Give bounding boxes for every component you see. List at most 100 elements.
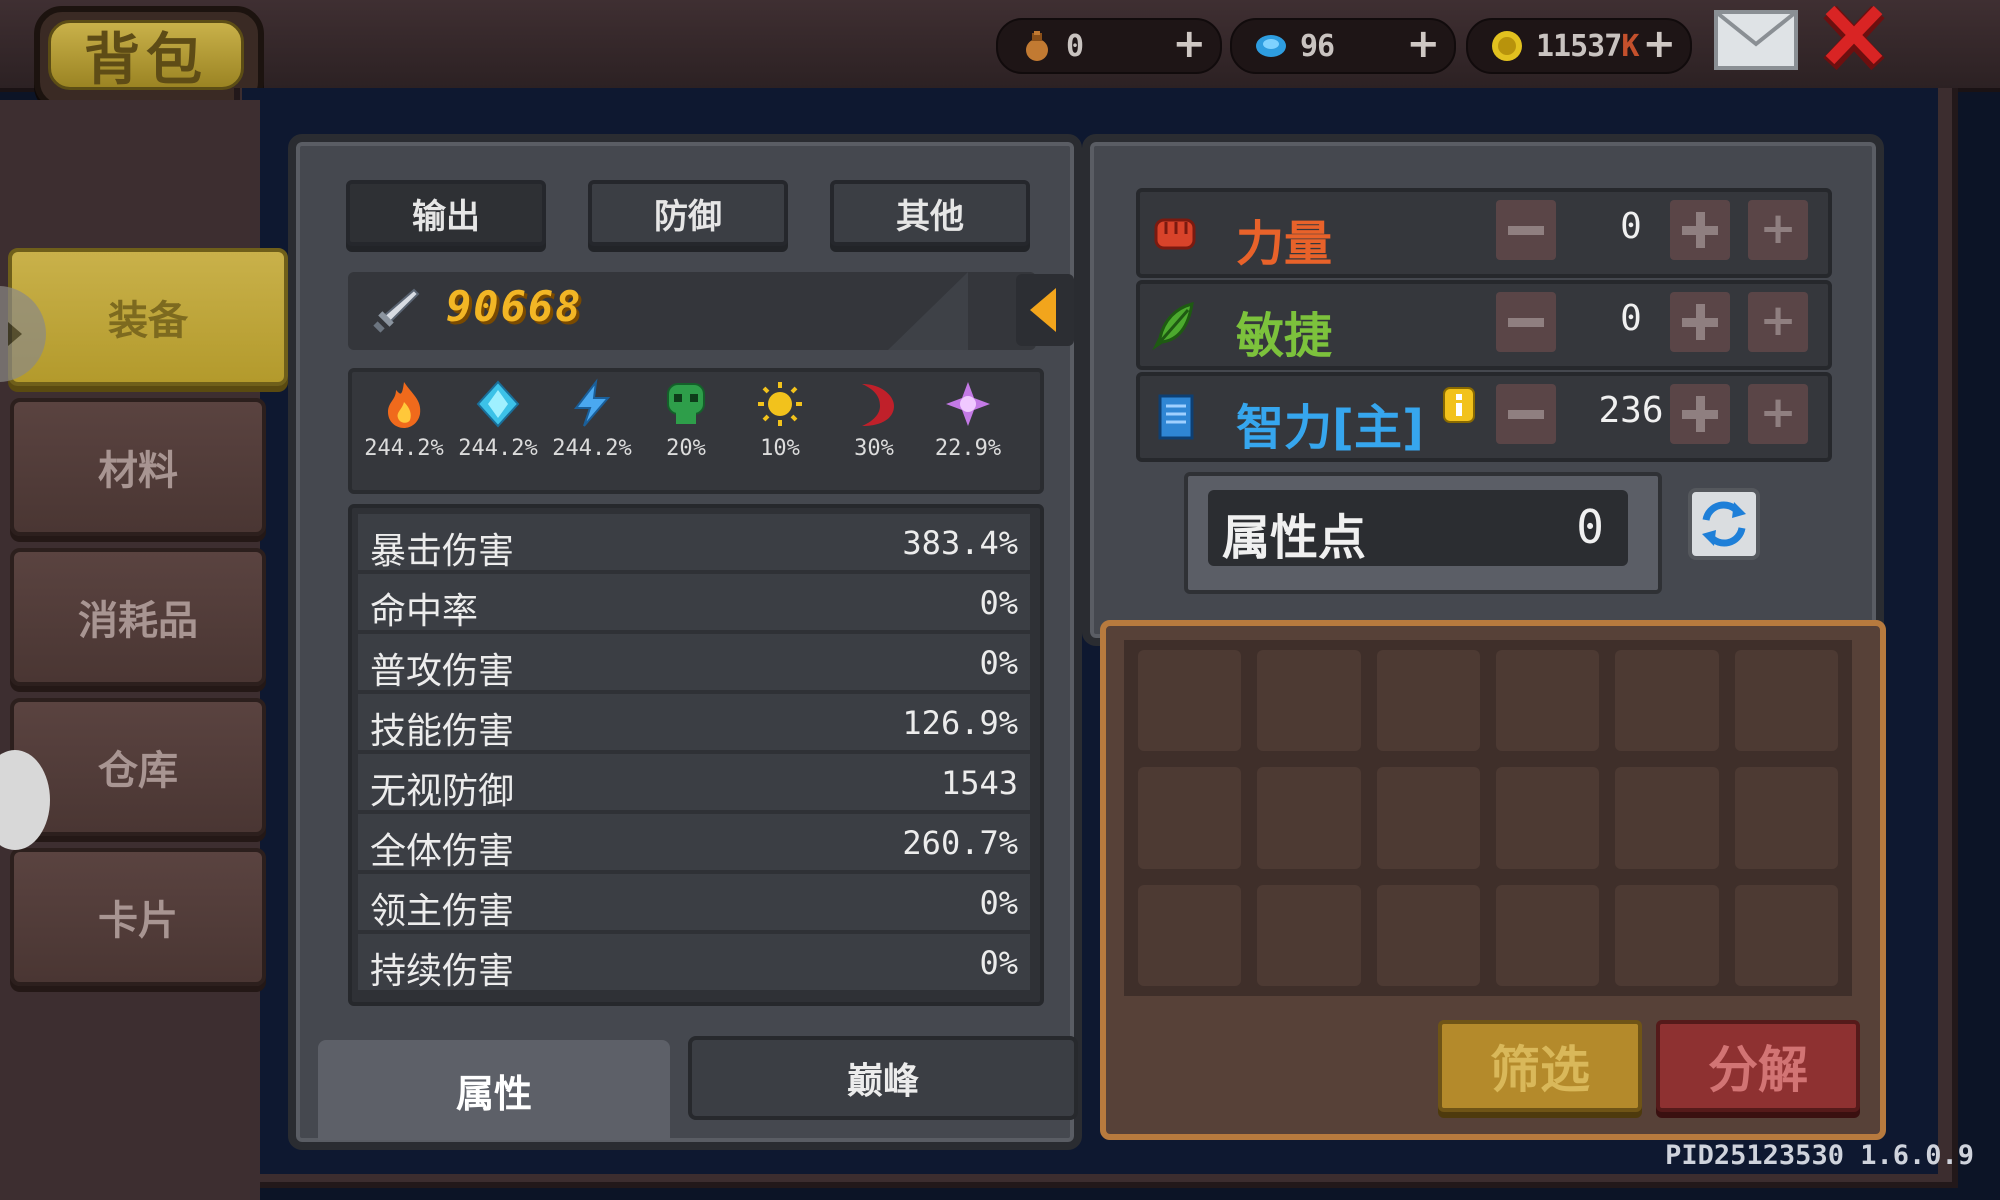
increase-agility-button[interactable] [1670, 292, 1730, 352]
inventory-slot[interactable] [1615, 884, 1719, 986]
reset-attributes-button[interactable] [1688, 488, 1760, 560]
inventory-slot[interactable] [1376, 884, 1480, 986]
inventory-slot[interactable] [1376, 767, 1480, 869]
element-lightning-value: 244.2% [552, 436, 632, 461]
sword-icon [373, 288, 420, 333]
nav-item-cards[interactable]: 卡片 [10, 848, 266, 986]
table-row: 持续伤害 0% [358, 934, 1030, 992]
element-ice: 244.2% [452, 378, 544, 461]
stat-value: 383.4% [902, 524, 1018, 562]
table-row: 普攻伤害 0% [358, 634, 1030, 692]
decrease-strength-button[interactable] [1496, 200, 1556, 260]
inventory-slot[interactable] [1496, 884, 1600, 986]
stat-label: 技能伤害 [370, 711, 515, 752]
inventory-slot[interactable] [1734, 884, 1838, 986]
book-icon [1158, 394, 1194, 440]
attribute-row-strength: 力量 0 + [1136, 188, 1832, 278]
currency-gold: 11537K + [1466, 18, 1692, 74]
stat-value: 0% [979, 584, 1018, 622]
tab-attributes[interactable]: 属性 [318, 1040, 670, 1140]
close-x-icon[interactable] [1820, 2, 1888, 74]
add-gem-button[interactable]: + [1406, 24, 1440, 64]
add-gold-button[interactable]: + [1642, 24, 1676, 64]
fire-icon [388, 382, 421, 428]
stat-label: 持续伤害 [370, 951, 515, 992]
inventory-slot[interactable] [1734, 650, 1838, 752]
element-poison-value: 20% [666, 436, 706, 461]
inventory-grid [1124, 640, 1852, 996]
element-arcane-value: 22.9% [934, 436, 1002, 461]
ice-crystal-icon [476, 380, 520, 428]
envelope-icon[interactable] [1714, 10, 1798, 70]
increase-intelligence-button[interactable] [1670, 384, 1730, 444]
inventory-slot[interactable] [1138, 767, 1242, 869]
add-bag-button[interactable]: + [1172, 24, 1206, 64]
element-arcane: 22.9% [922, 378, 1014, 461]
decrease-intelligence-button[interactable] [1496, 384, 1556, 444]
nav-item-materials[interactable]: 材料 [10, 398, 266, 536]
inventory-slot[interactable] [1138, 650, 1242, 752]
element-light: 10% [734, 378, 826, 461]
increase-agility-max-button[interactable]: + [1748, 292, 1808, 352]
stat-label: 命中率 [370, 591, 479, 632]
element-fire-value: 244.2% [364, 436, 444, 461]
attribute-name: 智力[主] [1236, 400, 1424, 456]
sun-icon [758, 382, 802, 426]
tab-other[interactable]: 其他 [830, 180, 1030, 246]
table-row: 领主伤害 0% [358, 874, 1030, 932]
collapse-button[interactable] [1016, 274, 1074, 346]
stat-value: 126.9% [902, 704, 1018, 742]
table-row: 全体伤害 260.7% [358, 814, 1030, 872]
combat-power-value: 90668 [446, 282, 583, 331]
inventory-slot[interactable] [1496, 767, 1600, 869]
attribute-points-value: 0 [1576, 500, 1604, 554]
currency-gem: 96 + [1230, 18, 1456, 74]
stat-label: 全体伤害 [370, 831, 515, 872]
attribute-points-box: 属性点 0 [1184, 472, 1662, 594]
element-stats: 244.2% 244.2% 244.2% 20% 10% 30% 22.9% [348, 368, 1044, 494]
stat-label: 领主伤害 [370, 891, 515, 932]
gold-coin-icon [1492, 31, 1522, 61]
filter-button[interactable]: 筛选 [1438, 1020, 1642, 1112]
decrease-agility-button[interactable] [1496, 292, 1556, 352]
lightning-icon [573, 378, 611, 427]
tab-output[interactable]: 输出 [346, 180, 546, 246]
info-badge-icon[interactable] [1442, 386, 1476, 424]
inventory-slot[interactable] [1615, 767, 1719, 869]
arcane-star-icon [946, 382, 990, 426]
element-fire: 244.2% [358, 378, 450, 461]
inventory-slot[interactable] [1257, 884, 1361, 986]
inventory-slot[interactable] [1496, 650, 1600, 752]
increase-intelligence-max-button[interactable]: + [1748, 384, 1808, 444]
element-dark-value: 30% [854, 436, 894, 461]
title-plate: 背包 [34, 6, 264, 110]
increase-strength-button[interactable] [1670, 200, 1730, 260]
inventory-slot[interactable] [1376, 650, 1480, 752]
tab-defense[interactable]: 防御 [588, 180, 788, 246]
inventory-slot[interactable] [1734, 767, 1838, 869]
stat-table: 暴击伤害 383.4% 命中率 0% 普攻伤害 0% 技能伤害 126.9% 无… [348, 504, 1044, 1006]
increase-strength-max-button[interactable]: + [1748, 200, 1808, 260]
stat-value: 0% [979, 644, 1018, 682]
stat-value: 260.7% [902, 824, 1018, 862]
element-ice-value: 244.2% [458, 436, 538, 461]
attribute-name: 敏捷 [1236, 308, 1333, 364]
nav-item-consumables[interactable]: 消耗品 [10, 548, 266, 686]
inventory-slot[interactable] [1138, 884, 1242, 986]
tab-peak[interactable]: 巅峰 [688, 1036, 1078, 1120]
nav-item-warehouse[interactable]: 仓库 [10, 698, 266, 836]
inventory-slot[interactable] [1615, 650, 1719, 752]
stat-value: 0% [979, 884, 1018, 922]
attribute-name: 力量 [1236, 216, 1333, 272]
stat-label: 普攻伤害 [370, 651, 515, 692]
inventory-panel: 筛选 分解 [1100, 620, 1886, 1140]
element-dark: 30% [828, 378, 920, 461]
poison-skull-icon [667, 383, 705, 424]
stat-value: 1543 [940, 764, 1018, 802]
inventory-slot[interactable] [1257, 650, 1361, 752]
decompose-button[interactable]: 分解 [1656, 1020, 1860, 1112]
table-row: 命中率 0% [358, 574, 1030, 632]
inventory-slot[interactable] [1257, 767, 1361, 869]
attribute-panel: 力量 0 + 敏捷 0 + 智力[主] 236 + 属性点 0 [1082, 134, 1884, 646]
nav-item-equipment[interactable]: 装备 [8, 248, 288, 386]
